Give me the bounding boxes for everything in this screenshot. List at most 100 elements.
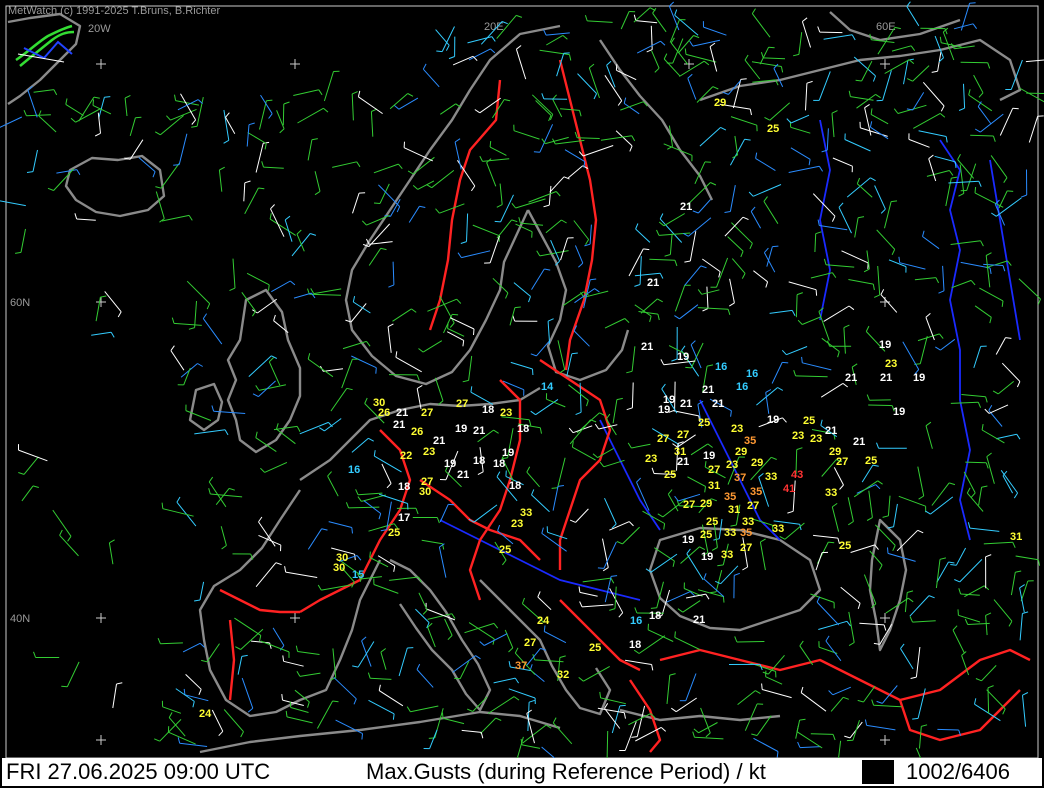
gust-label: 25 <box>706 516 718 528</box>
wind-barb-flag <box>650 607 657 609</box>
gust-label: 33 <box>721 549 733 561</box>
gust-label: 25 <box>664 469 676 481</box>
grid-label-40n: 40N <box>10 613 30 625</box>
wind-barb <box>577 137 600 139</box>
gust-label: 21 <box>853 436 865 448</box>
gust-label: 25 <box>865 455 877 467</box>
wind-barb <box>868 404 893 407</box>
wind-barb-flag <box>514 306 521 309</box>
wind-barb <box>965 461 987 464</box>
gust-label: 25 <box>803 415 815 427</box>
gust-label: 29 <box>735 446 747 458</box>
gust-label: 23 <box>726 459 738 471</box>
gust-label: 23 <box>423 446 435 458</box>
wind-barb-flag <box>551 487 558 489</box>
gust-label: 27 <box>524 637 536 649</box>
gust-label: 19 <box>502 447 514 459</box>
wind-barb-flag <box>782 361 789 364</box>
gust-label: 33 <box>765 471 777 483</box>
wind-barb-flag <box>772 245 779 248</box>
wind-barb-flag <box>740 78 747 80</box>
status-datetime: FRI 27.06.2025 09:00 UTC <box>6 759 271 784</box>
gust-label: 21 <box>680 201 692 213</box>
gust-label: 27 <box>657 433 669 445</box>
gust-label: 33 <box>724 527 736 539</box>
gust-label: 19 <box>677 351 689 363</box>
gust-label: 32 <box>557 669 569 681</box>
gust-label: 23 <box>885 358 897 370</box>
gust-label: 16 <box>348 464 360 476</box>
wind-barb-flag <box>289 701 292 708</box>
wind-barb-flag <box>489 141 492 148</box>
wind-barb <box>819 31 843 34</box>
gust-label: 19 <box>701 551 713 563</box>
gust-label: 16 <box>736 381 748 393</box>
gust-label: 26 <box>378 407 390 419</box>
gust-label: 30 <box>419 486 431 498</box>
wind-barb <box>960 61 988 64</box>
wind-barb-flag <box>815 289 818 296</box>
gust-label: 18 <box>517 423 529 435</box>
gust-label: 19 <box>913 372 925 384</box>
gust-label: 29 <box>714 97 726 109</box>
wind-barb-flag <box>281 694 283 701</box>
gust-label: 23 <box>731 423 743 435</box>
gust-label: 19 <box>703 450 715 462</box>
wind-barb-flag <box>447 322 449 329</box>
gust-label: 17 <box>398 512 410 524</box>
wind-barb-flag <box>954 161 957 168</box>
wind-barb-flag <box>104 96 111 98</box>
gust-label: 19 <box>893 406 905 418</box>
wind-barb-flag <box>891 200 898 203</box>
gust-label: 21 <box>393 419 405 431</box>
gust-label: 27 <box>708 464 720 476</box>
wind-barb-flag <box>369 551 371 558</box>
gust-label: 33 <box>772 523 784 535</box>
wind-barb-flag <box>887 547 889 554</box>
gust-label: 25 <box>700 529 712 541</box>
status-count: 1002/6406 <box>906 759 1010 784</box>
gust-label: 21 <box>647 277 659 289</box>
gust-label: 18 <box>473 455 485 467</box>
gust-label: 16 <box>715 361 727 373</box>
gust-label: 19 <box>455 423 467 435</box>
wind-barb <box>937 728 959 731</box>
gust-label: 19 <box>879 339 891 351</box>
gust-label: 15 <box>352 569 364 581</box>
gust-label: 19 <box>682 534 694 546</box>
gust-label: 21 <box>693 614 705 626</box>
gust-label: 18 <box>629 639 641 651</box>
app-credit: MetWatch (c) 1991-2025 T.Bruns, B.Richte… <box>8 5 221 17</box>
wind-barb-flag <box>674 631 676 638</box>
map-canvas[interactable]: 20W 20E 60E 60N 40N 29 25 21 21 21 19 16… <box>0 0 1044 788</box>
gust-label: 21 <box>845 372 857 384</box>
gust-label: 25 <box>589 642 601 654</box>
grid-label-60n: 60N <box>10 297 30 309</box>
gust-label: 19 <box>658 404 670 416</box>
gust-label: 21 <box>825 425 837 437</box>
wind-barb-flag <box>373 202 381 204</box>
wind-barb-flag <box>351 527 353 534</box>
gust-label: 21 <box>396 407 408 419</box>
gust-label: 18 <box>493 458 505 470</box>
wind-barb-flag <box>454 677 461 680</box>
wind-barb-flag <box>912 717 919 720</box>
gust-label: 18 <box>509 480 521 492</box>
wind-barb <box>736 641 765 643</box>
gust-label: 41 <box>783 483 795 495</box>
gust-label: 35 <box>750 486 762 498</box>
status-bar: FRI 27.06.2025 09:00 UTC Max.Gusts (duri… <box>2 758 1042 786</box>
gust-label: 16 <box>746 368 758 380</box>
gust-label: 27 <box>683 499 695 511</box>
gust-label: 24 <box>537 615 550 627</box>
gust-label: 23 <box>645 453 657 465</box>
gust-label: 27 <box>740 542 752 554</box>
wind-barb-flag <box>354 554 356 561</box>
map-viewer: 20W 20E 60E 60N 40N 29 25 21 21 21 19 16… <box>0 0 1044 788</box>
gust-label: 25 <box>499 544 511 556</box>
gust-label: 33 <box>825 487 837 499</box>
gust-label: 23 <box>500 407 512 419</box>
gust-label: 23 <box>792 430 804 442</box>
wind-barb-flag <box>92 99 94 106</box>
gust-label: 29 <box>751 457 763 469</box>
